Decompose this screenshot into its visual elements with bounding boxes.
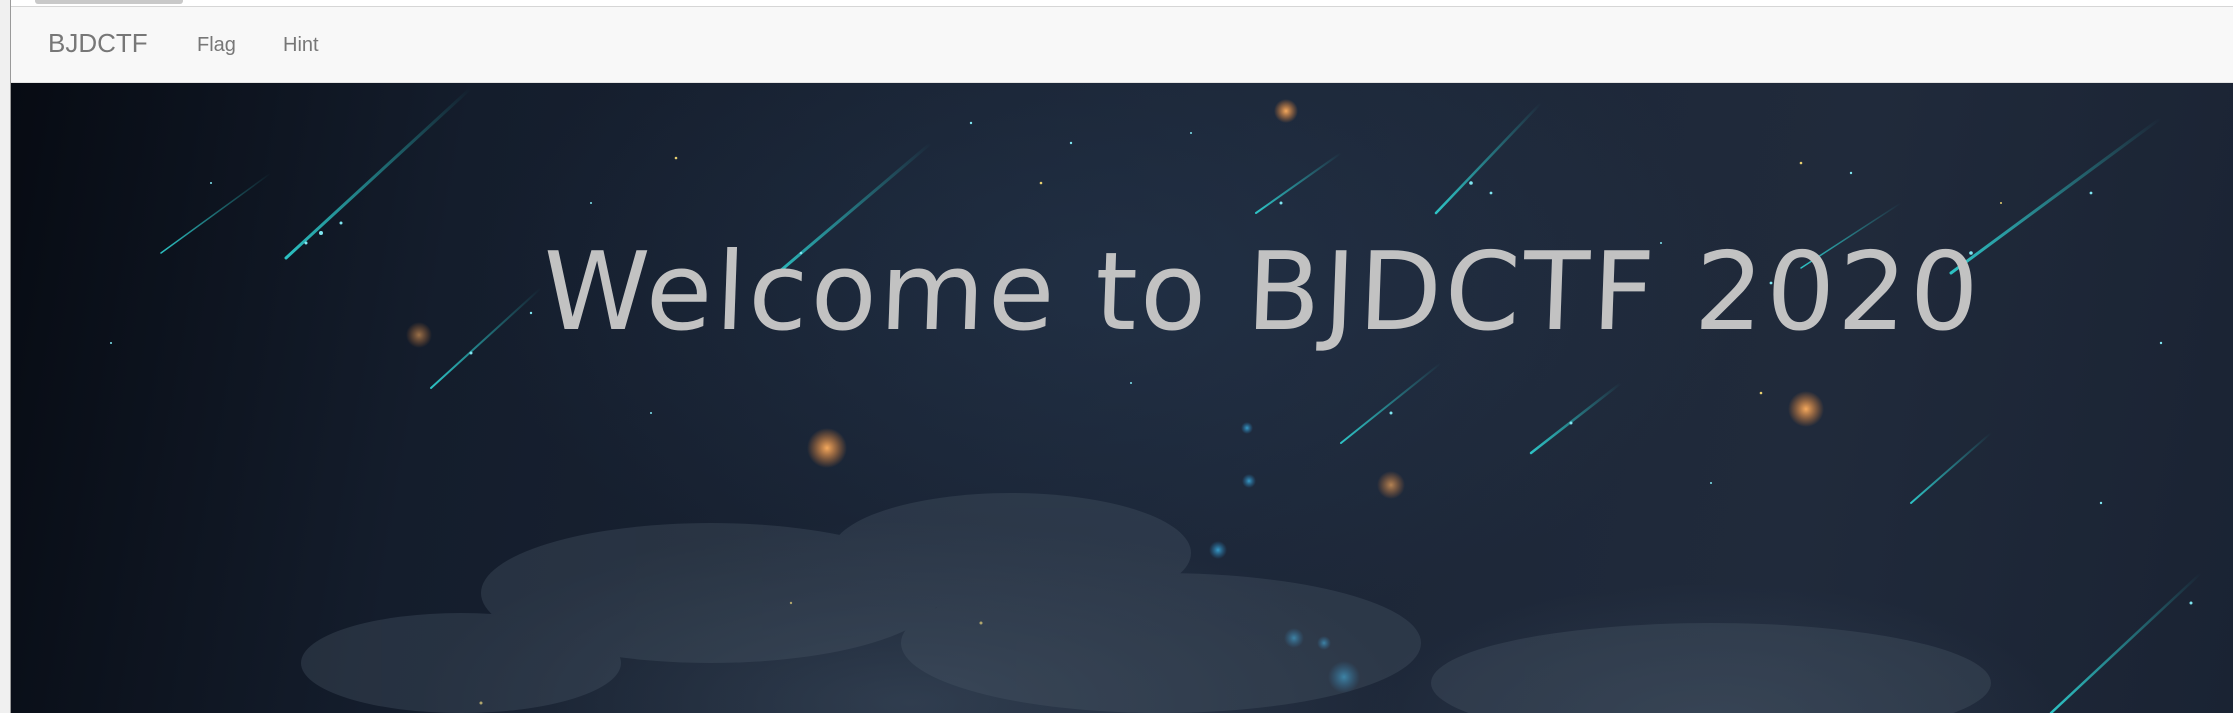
bokeh-orange — [1377, 471, 1405, 499]
window-left-edge — [0, 0, 11, 713]
navbar: BJDCTF Flag Hint — [11, 7, 2233, 83]
brand-link[interactable]: BJDCTF — [48, 27, 148, 59]
browser-top-strip — [11, 0, 2233, 7]
bokeh-blue — [1242, 474, 1256, 488]
cloud-layer — [301, 493, 1991, 713]
starfield-background — [110, 86, 2203, 713]
hero-banner: Welcome to BJDCTF 2020 — [11, 83, 2233, 713]
bokeh-orange — [1788, 391, 1824, 427]
hero-title: Welcome to BJDCTF 2020 — [540, 230, 1984, 355]
bokeh-blue — [1209, 541, 1227, 559]
nav-link-flag[interactable]: Flag — [197, 33, 236, 57]
nav-link-hint[interactable]: Hint — [283, 33, 319, 57]
browser-tab-handle[interactable] — [35, 0, 183, 4]
bokeh-orange — [1274, 99, 1298, 123]
bokeh-orange — [807, 428, 847, 468]
bokeh-blue — [1241, 422, 1253, 434]
